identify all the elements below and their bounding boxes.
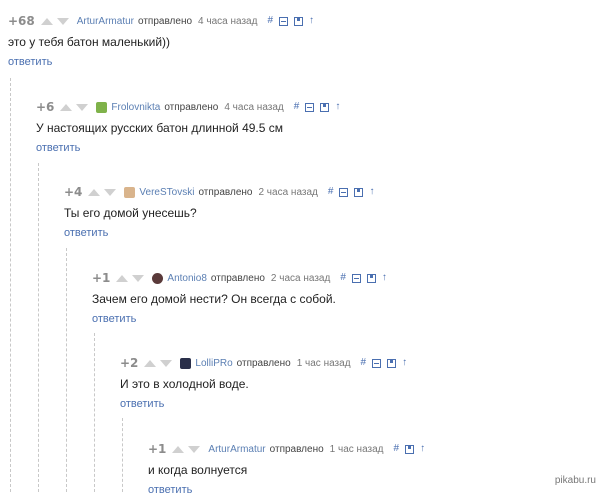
up-arrow-icon[interactable]: ↑	[369, 187, 374, 197]
downvote-icon[interactable]	[160, 359, 173, 367]
reply-link[interactable]: ответить	[36, 142, 80, 154]
hash-link-icon[interactable]: #	[394, 444, 400, 454]
comment-author[interactable]: ArturArmatur	[208, 444, 265, 455]
comment: +2 LolliPRo отправлено 1 час назад # ↑ И…	[120, 355, 407, 412]
avatar[interactable]	[180, 357, 192, 369]
comment-tools: # ↑	[328, 187, 374, 197]
comment-text: и когда волнуется	[148, 463, 248, 477]
comment-tools: # ↑	[340, 273, 387, 283]
save-icon[interactable]	[320, 102, 330, 112]
comment-text: И это в холодной воде.	[120, 377, 249, 391]
save-icon[interactable]	[387, 358, 397, 368]
upvote-icon[interactable]	[88, 188, 101, 196]
comment-text: У настоящих русских батон длинной 49.5 с…	[36, 121, 284, 135]
save-icon[interactable]	[354, 187, 364, 197]
comment: +68 ArturArmatur отправлено 4 часа назад…	[8, 13, 314, 70]
comment-time[interactable]: 4 часа назад	[198, 16, 257, 27]
downvote-icon[interactable]	[104, 188, 117, 196]
comment-rating: +2	[120, 356, 139, 370]
comment-time[interactable]: 2 часа назад	[271, 273, 330, 284]
downvote-icon[interactable]	[132, 274, 145, 282]
comment-time[interactable]: 1 час назад	[330, 444, 384, 455]
comment-author[interactable]: Antonio8	[167, 273, 206, 284]
comment-author[interactable]: Frolovnikta	[111, 102, 160, 113]
hash-link-icon[interactable]: #	[294, 102, 300, 112]
sent-label: отправлено	[269, 443, 324, 455]
comment-header: +6 Frolovnikta отправлено 4 часа назад #…	[36, 99, 340, 115]
comment-text: Ты его домой унесешь?	[64, 206, 197, 220]
hash-link-icon[interactable]: #	[267, 16, 273, 26]
minus-box-icon[interactable]	[279, 16, 288, 26]
comment: +1 ArturArmatur отправлено 1 час назад #…	[148, 441, 425, 498]
avatar[interactable]	[152, 272, 164, 284]
up-arrow-icon[interactable]: ↑	[335, 102, 340, 112]
sent-label: отправлено	[198, 186, 253, 198]
comment-time[interactable]: 2 часа назад	[258, 187, 317, 198]
comment: +1 Antonio8 отправлено 2 часа назад # ↑ …	[92, 270, 387, 327]
comment-rating: +1	[92, 271, 111, 285]
reply-link[interactable]: ответить	[92, 313, 136, 325]
hash-link-icon[interactable]: #	[340, 273, 346, 283]
comment-tools: # ↑	[394, 444, 425, 454]
comment-header: +68 ArturArmatur отправлено 4 часа назад…	[8, 13, 314, 29]
minus-box-icon[interactable]	[372, 358, 382, 368]
comment: +4 VereSTovski отправлено 2 часа назад #…	[64, 184, 374, 241]
comment: +6 Frolovnikta отправлено 4 часа назад #…	[36, 99, 340, 156]
thread-line	[94, 333, 95, 492]
downvote-icon[interactable]	[56, 17, 69, 25]
up-arrow-icon[interactable]: ↑	[402, 358, 407, 368]
upvote-icon[interactable]	[144, 359, 157, 367]
comment-rating: +6	[36, 100, 55, 114]
sent-label: отправлено	[138, 15, 193, 27]
sent-label: отправлено	[236, 357, 291, 369]
reply-link[interactable]: ответить	[148, 484, 192, 496]
comment-tools: # ↑	[361, 358, 407, 368]
comment-header: +1 ArturArmatur отправлено 1 час назад #…	[148, 441, 425, 457]
comment-author[interactable]: VereSTovski	[139, 187, 194, 198]
upvote-icon[interactable]	[172, 445, 185, 453]
comment-rating: +4	[64, 185, 83, 199]
sent-label: отправлено	[210, 272, 265, 284]
comment-author[interactable]: ArturArmatur	[77, 16, 134, 27]
thread-line	[66, 248, 67, 492]
downvote-icon[interactable]	[188, 445, 201, 453]
comment-author[interactable]: LolliPRo	[195, 358, 232, 369]
hash-link-icon[interactable]: #	[328, 187, 334, 197]
up-arrow-icon[interactable]: ↑	[420, 444, 425, 454]
save-icon[interactable]	[366, 273, 376, 283]
save-icon[interactable]	[294, 16, 303, 26]
thread-line	[122, 418, 123, 492]
downvote-icon[interactable]	[76, 103, 89, 111]
site-watermark: pikabu.ru	[554, 475, 596, 486]
avatar[interactable]	[96, 101, 108, 113]
up-arrow-icon[interactable]: ↑	[382, 273, 387, 283]
reply-link[interactable]: ответить	[64, 227, 108, 239]
comment-time[interactable]: 4 часа назад	[224, 102, 283, 113]
comment-rating: +68	[8, 14, 35, 28]
upvote-icon[interactable]	[116, 274, 129, 282]
minus-box-icon[interactable]	[339, 187, 349, 197]
reply-link[interactable]: ответить	[120, 398, 164, 410]
thread-line	[10, 78, 11, 492]
reply-link[interactable]: ответить	[8, 56, 52, 68]
hash-link-icon[interactable]: #	[361, 358, 367, 368]
comment-text: Зачем его домой нести? Он всегда с собой…	[92, 292, 336, 306]
avatar[interactable]	[124, 186, 136, 198]
thread-line	[38, 163, 39, 492]
comment-tools: # ↑	[294, 102, 340, 112]
comment-header: +1 Antonio8 отправлено 2 часа назад # ↑	[92, 270, 387, 286]
upvote-icon[interactable]	[40, 17, 53, 25]
comment-tools: # ↑	[267, 16, 314, 26]
minus-box-icon[interactable]	[305, 102, 315, 112]
up-arrow-icon[interactable]: ↑	[309, 16, 314, 26]
comment-header: +4 VereSTovski отправлено 2 часа назад #…	[64, 184, 374, 200]
comment-text: это у тебя батон маленький))	[8, 35, 171, 49]
comment-time[interactable]: 1 час назад	[297, 358, 351, 369]
comment-header: +2 LolliPRo отправлено 1 час назад # ↑	[120, 355, 407, 371]
comment-rating: +1	[148, 442, 167, 456]
minus-box-icon[interactable]	[351, 273, 361, 283]
save-icon[interactable]	[405, 444, 415, 454]
sent-label: отправлено	[164, 101, 219, 113]
upvote-icon[interactable]	[60, 103, 73, 111]
